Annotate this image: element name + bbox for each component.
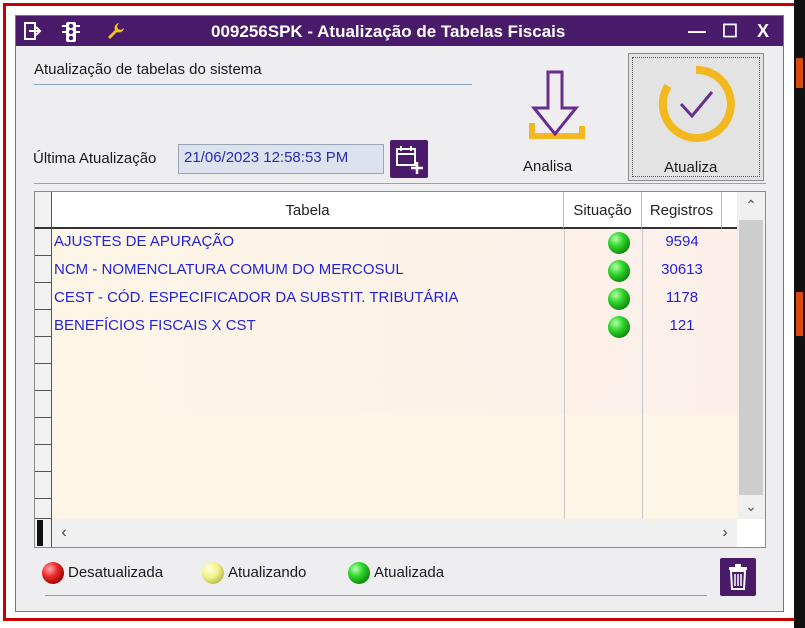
- status-green-icon: [348, 562, 370, 584]
- traffic-light-icon[interactable]: [61, 21, 81, 42]
- maximize-button[interactable]: ☐: [719, 20, 741, 42]
- close-button[interactable]: X: [752, 20, 774, 42]
- scroll-right-icon[interactable]: ›: [713, 519, 737, 547]
- calendar-add-icon: [396, 146, 423, 174]
- title-bar: 009256SPK - Atualização de Tabelas Fisca…: [16, 16, 783, 46]
- status-yellow-icon: [202, 562, 224, 584]
- table-row[interactable]: BENEFÍCIOS FISCAIS X CST 121: [52, 313, 737, 341]
- last-update-field[interactable]: 21/06/2023 12:58:53 PM: [178, 144, 384, 174]
- row-registros: 9594: [665, 233, 699, 250]
- trash-icon: [729, 564, 747, 590]
- minimize-button[interactable]: —: [686, 20, 708, 42]
- row-indicator-column: [35, 192, 52, 547]
- row-tabela: BENEFÍCIOS FISCAIS X CST: [54, 317, 256, 334]
- row-registros: 30613: [661, 261, 703, 278]
- scroll-down-icon[interactable]: ⌄: [737, 493, 765, 519]
- tables-grid[interactable]: Tabela Situação Registros AJUSTES DE APU…: [34, 191, 766, 548]
- scroll-up-icon[interactable]: ⌃: [737, 192, 765, 218]
- row-tabela: CEST - CÓD. ESPECIFICADOR DA SUBSTIT. TR…: [54, 289, 459, 306]
- download-arrow-icon: [529, 70, 585, 139]
- table-row[interactable]: NCM - NOMENCLATURA COMUM DO MERCOSUL 306…: [52, 257, 737, 285]
- calendar-add-button[interactable]: [390, 140, 428, 178]
- status-green-icon: [608, 316, 630, 338]
- table-row[interactable]: CEST - CÓD. ESPECIFICADOR DA SUBSTIT. TR…: [52, 285, 737, 313]
- section-title: Atualização de tabelas do sistema: [34, 61, 262, 78]
- last-update-label: Última Atualização: [33, 150, 157, 167]
- background-window-edge: [794, 0, 805, 628]
- horizontal-scrollbar[interactable]: ‹ ›: [52, 519, 737, 547]
- atualiza-label: Atualiza: [664, 159, 718, 176]
- status-green-icon: [608, 288, 630, 310]
- row-registros: 121: [669, 317, 695, 334]
- section-divider: [34, 84, 472, 85]
- check-circle-icon: [658, 65, 735, 142]
- column-header-tabela[interactable]: Tabela: [52, 192, 564, 229]
- header-divider: [34, 183, 766, 184]
- status-green-icon: [608, 260, 630, 282]
- analisa-button[interactable]: Analisa: [512, 60, 592, 180]
- scroll-left-icon[interactable]: ‹: [52, 519, 76, 547]
- scroll-thumb[interactable]: [739, 220, 763, 495]
- atualiza-button[interactable]: Atualiza: [628, 53, 764, 181]
- vertical-scrollbar[interactable]: ⌃ ⌄: [737, 192, 765, 519]
- column-header-situacao[interactable]: Situação: [564, 192, 642, 229]
- delete-button[interactable]: [720, 558, 756, 596]
- exit-icon[interactable]: [22, 21, 42, 41]
- row-tabela: AJUSTES DE APURAÇÃO: [54, 233, 235, 250]
- table-row[interactable]: AJUSTES DE APURAÇÃO 9594: [52, 229, 737, 257]
- window-title: 009256SPK - Atualização de Tabelas Fisca…: [211, 22, 566, 41]
- analisa-label: Analisa: [523, 158, 573, 175]
- status-red-icon: [42, 562, 64, 584]
- row-registros: 1178: [665, 289, 699, 306]
- wrench-icon[interactable]: [106, 21, 126, 41]
- column-header-registros[interactable]: Registros: [642, 192, 722, 229]
- row-tabela: NCM - NOMENCLATURA COMUM DO MERCOSUL: [54, 261, 404, 278]
- footer-divider: [45, 595, 707, 596]
- status-green-icon: [608, 232, 630, 254]
